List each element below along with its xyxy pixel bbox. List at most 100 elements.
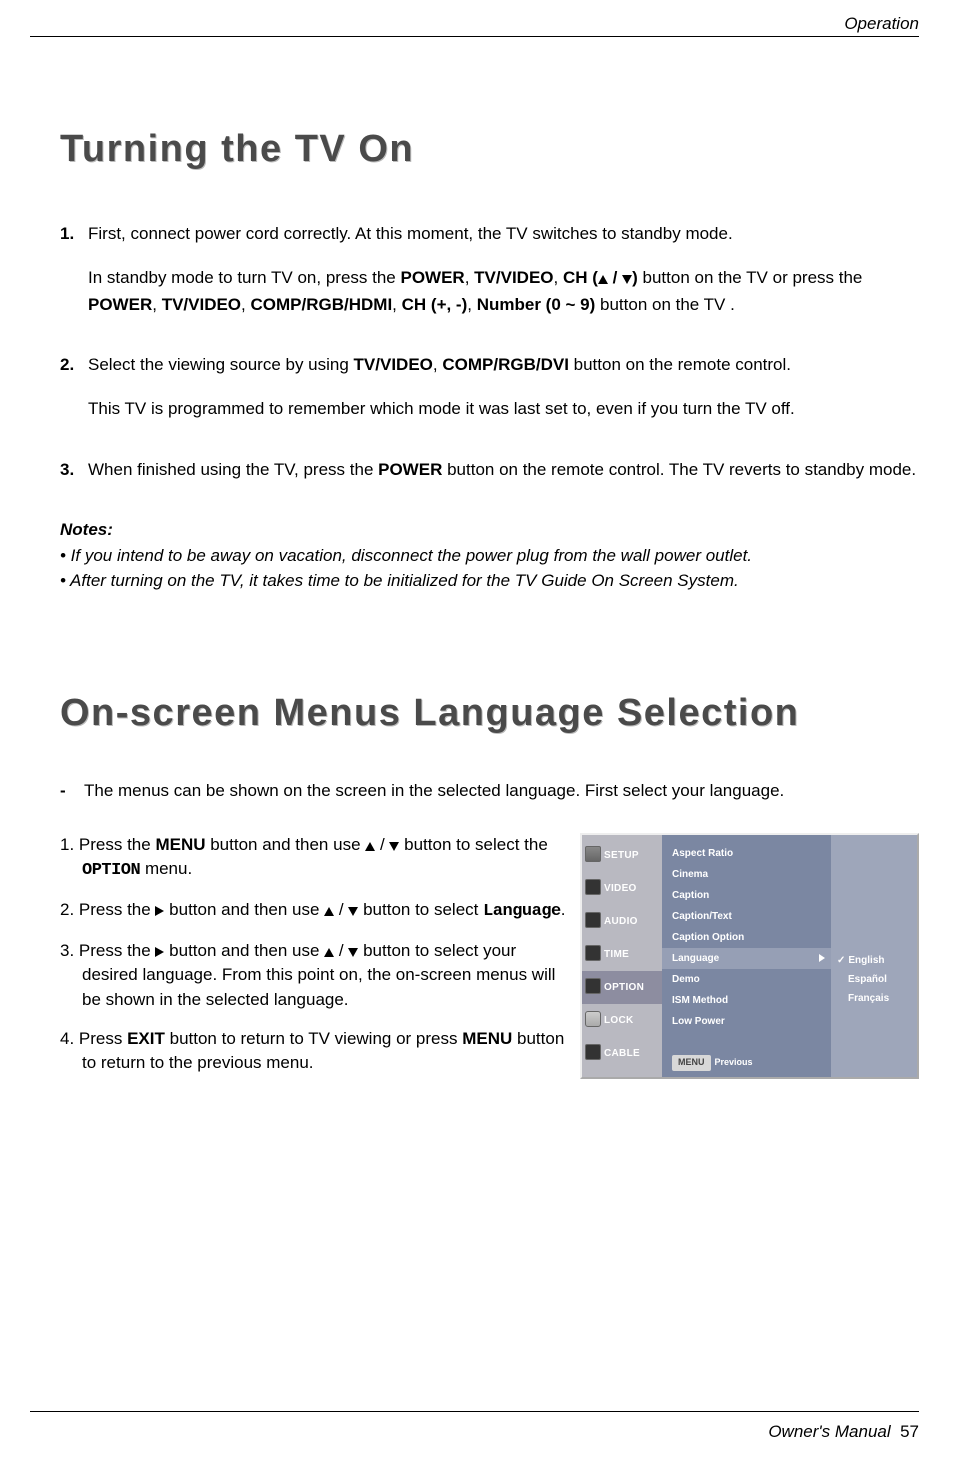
- notes-line-2: • After turning on the TV, it takes time…: [60, 568, 919, 594]
- cable-icon: [585, 1044, 601, 1060]
- time-icon: [585, 945, 601, 961]
- step-3-text: When finished using the TV, press the PO…: [88, 457, 919, 483]
- lang-step-3: 3. Press the button and then use / butto…: [60, 939, 570, 1013]
- bold-number-0-9: Number (0 ~ 9): [477, 295, 596, 314]
- osd-option-label: English: [848, 953, 884, 969]
- osd-tab-option[interactable]: OPTION: [582, 971, 662, 1004]
- bold-power: POWER: [400, 268, 464, 287]
- text: ,: [392, 295, 401, 314]
- footer-label: Owner's Manual: [768, 1422, 890, 1441]
- osd-item-language[interactable]: Language: [662, 948, 831, 969]
- step-2-para-2: This TV is programmed to remember which …: [88, 396, 919, 422]
- triangle-up-icon: [365, 842, 375, 851]
- footer-text: Owner's Manual 57: [768, 1422, 919, 1442]
- option-icon: [585, 978, 601, 994]
- osd-tab-video[interactable]: VIDEO: [582, 872, 662, 905]
- osd-option-label: Español: [848, 972, 887, 988]
- mono-option: OPTION: [82, 861, 140, 880]
- text: /: [334, 941, 348, 960]
- osd-item-caption[interactable]: Caption: [672, 885, 831, 906]
- osd-screenshot: SETUP VIDEO AUDIO TIME OPTION LOCK CABLE…: [580, 833, 919, 1079]
- text: button and then use: [164, 900, 324, 919]
- bold-power: POWER: [88, 295, 152, 314]
- triangle-down-icon: [622, 275, 632, 284]
- text: /: [375, 835, 389, 854]
- footer-rule: [30, 1411, 919, 1412]
- bold-menu: MENU: [462, 1029, 512, 1048]
- osd-tab-label: SETUP: [604, 848, 639, 864]
- osd-tab-label: VIDEO: [604, 881, 637, 897]
- osd-option-francais[interactable]: Français: [837, 989, 917, 1008]
- text: 4. Press: [60, 1029, 127, 1048]
- osd-options-panel: ✓English Español Français: [831, 835, 917, 1077]
- osd-tab-label: TIME: [604, 947, 629, 963]
- osd-option-english[interactable]: ✓English: [837, 951, 917, 970]
- osd-item-aspect-ratio[interactable]: Aspect Ratio: [672, 843, 831, 864]
- osd-tab-cable[interactable]: CABLE: [582, 1037, 662, 1070]
- triangle-up-icon: [598, 275, 608, 284]
- intro-2-text: The menus can be shown on the screen in …: [84, 778, 784, 804]
- text: ,: [467, 295, 476, 314]
- osd-item-caption-option[interactable]: Caption Option: [672, 927, 831, 948]
- osd-tab-label: OPTION: [604, 980, 644, 996]
- osd-tab-time[interactable]: TIME: [582, 938, 662, 971]
- text: 1. Press the: [60, 835, 155, 854]
- text: button and then use: [206, 835, 366, 854]
- triangle-down-icon: [348, 907, 358, 916]
- notes-heading: Notes:: [60, 517, 919, 543]
- text: button on the remote control. The TV rev…: [442, 460, 916, 479]
- setup-icon: [585, 846, 601, 862]
- step-1-text: First, connect power cord correctly. At …: [88, 221, 919, 318]
- osd-tab-label: AUDIO: [604, 914, 638, 930]
- osd-item-demo[interactable]: Demo: [672, 969, 831, 990]
- osd-menubar-label: Previous: [715, 1056, 753, 1070]
- lang-step-1: 1. Press the MENU button and then use / …: [60, 833, 570, 884]
- text: /: [334, 900, 348, 919]
- text: button to return to TV viewing or press: [165, 1029, 462, 1048]
- notes-block: Notes: • If you intend to be away on vac…: [60, 517, 919, 594]
- triangle-down-icon: [389, 842, 399, 851]
- text: ,: [433, 355, 442, 374]
- osd-tab-setup[interactable]: SETUP: [582, 839, 662, 872]
- osd-tab-label: CABLE: [604, 1046, 640, 1062]
- text: When finished using the TV, press the: [88, 460, 378, 479]
- text: button to select: [358, 900, 483, 919]
- text: menu.: [140, 859, 192, 878]
- text: button on the TV or press the: [638, 268, 863, 287]
- text: button to select the: [399, 835, 547, 854]
- text: button and then use: [164, 941, 324, 960]
- osd-tab-lock[interactable]: LOCK: [582, 1004, 662, 1037]
- triangle-down-icon: [348, 948, 358, 957]
- triangle-up-icon: [324, 948, 334, 957]
- text: /: [608, 268, 622, 287]
- osd-option-label: Français: [848, 991, 889, 1007]
- bold-menu: MENU: [155, 835, 205, 854]
- osd-main-panel: Aspect Ratio Cinema Caption Caption/Text…: [662, 835, 831, 1077]
- osd-item-caption-text[interactable]: Caption/Text: [672, 906, 831, 927]
- osd-item-cinema[interactable]: Cinema: [672, 864, 831, 885]
- heading-osd-language: On-screen Menus Language Selection: [60, 684, 919, 743]
- header-rule: [30, 36, 919, 37]
- osd-option-espanol[interactable]: Español: [837, 970, 917, 989]
- text: ,: [465, 268, 474, 287]
- intro-2: - The menus can be shown on the screen i…: [60, 778, 919, 804]
- footer-page-number: 57: [900, 1422, 919, 1441]
- step-2-text: Select the viewing source by using TV/VI…: [88, 352, 919, 423]
- text: ,: [152, 295, 161, 314]
- bold-ch-plus-minus: CH (+, -): [402, 295, 468, 314]
- step-2-para-1: Select the viewing source by using TV/VI…: [88, 352, 919, 378]
- osd-sidebar: SETUP VIDEO AUDIO TIME OPTION LOCK CABLE: [582, 835, 662, 1077]
- osd-tab-audio[interactable]: AUDIO: [582, 905, 662, 938]
- lock-icon: [585, 1011, 601, 1027]
- osd-item-low-power[interactable]: Low Power: [672, 1011, 831, 1032]
- step-2: 2. Select the viewing source by using TV…: [60, 352, 919, 423]
- text: .: [561, 900, 566, 919]
- step-1-para-2: In standby mode to turn TV on, press the…: [88, 265, 919, 318]
- osd-menu-button[interactable]: MENU: [672, 1055, 711, 1071]
- bold-power: POWER: [378, 460, 442, 479]
- triangle-up-icon: [324, 907, 334, 916]
- text: button on the TV .: [595, 295, 735, 314]
- bold-tv-video: TV/VIDEO: [474, 268, 553, 287]
- osd-item-ism-method[interactable]: ISM Method: [672, 990, 831, 1011]
- notes-line-1: • If you intend to be away on vacation, …: [60, 543, 919, 569]
